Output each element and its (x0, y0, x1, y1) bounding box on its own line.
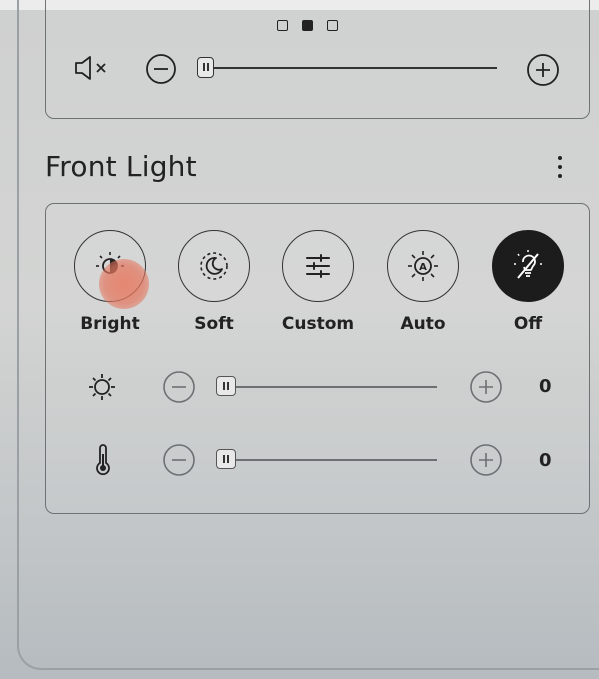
mode-off-label: Off (513, 314, 543, 334)
warmth-minus-icon[interactable] (162, 443, 196, 477)
mode-auto-circle: A (387, 230, 459, 302)
warmth-plus-icon[interactable] (469, 443, 503, 477)
brightness-minus-icon[interactable] (162, 370, 196, 404)
page-dot-active[interactable] (302, 20, 313, 31)
mode-bright-label: Bright (80, 314, 140, 334)
mode-auto-button[interactable]: A Auto (378, 230, 468, 334)
brightness-plus-icon[interactable] (469, 370, 503, 404)
volume-slider-track[interactable] (211, 67, 497, 69)
sun-moon-icon (96, 252, 124, 274)
page-dot[interactable] (327, 20, 338, 31)
warmth-slider-thumb[interactable] (216, 449, 236, 469)
front-light-title: Front Light (45, 150, 197, 183)
mode-bright-circle (74, 230, 146, 302)
mode-soft-label: Soft (194, 314, 234, 334)
auto-brightness-icon: A (408, 251, 438, 281)
light-off-icon (514, 250, 542, 279)
page-dot[interactable] (277, 20, 288, 31)
mode-custom-label: Custom (281, 314, 355, 334)
mode-custom-button[interactable]: Custom (273, 230, 363, 334)
volume-plus-icon[interactable] (526, 53, 560, 87)
mute-icon[interactable] (74, 55, 112, 81)
mode-off-button[interactable]: Off (483, 230, 573, 334)
warmth-slider-track[interactable] (236, 459, 437, 461)
brightness-slider-thumb[interactable] (216, 376, 236, 396)
sliders-icon (306, 254, 330, 278)
sun-icon (89, 374, 115, 400)
mode-bright-button[interactable]: Bright (65, 230, 155, 334)
warmth-value: 0 (539, 450, 552, 471)
page-indicator (277, 20, 338, 31)
brightness-slider-track[interactable] (236, 386, 437, 388)
mode-soft-circle (178, 230, 250, 302)
thermometer-icon (96, 444, 110, 476)
mode-auto-label: Auto (400, 314, 446, 334)
brightness-value: 0 (539, 376, 552, 397)
volume-card (45, 0, 590, 119)
more-options-icon[interactable] (553, 153, 567, 183)
mode-custom-circle (282, 230, 354, 302)
svg-text:A: A (419, 262, 427, 273)
mode-off-circle (492, 230, 564, 302)
moon-icon (200, 252, 228, 280)
volume-slider-thumb[interactable] (197, 57, 214, 78)
mode-soft-button[interactable]: Soft (169, 230, 259, 334)
volume-minus-icon[interactable] (145, 53, 177, 85)
